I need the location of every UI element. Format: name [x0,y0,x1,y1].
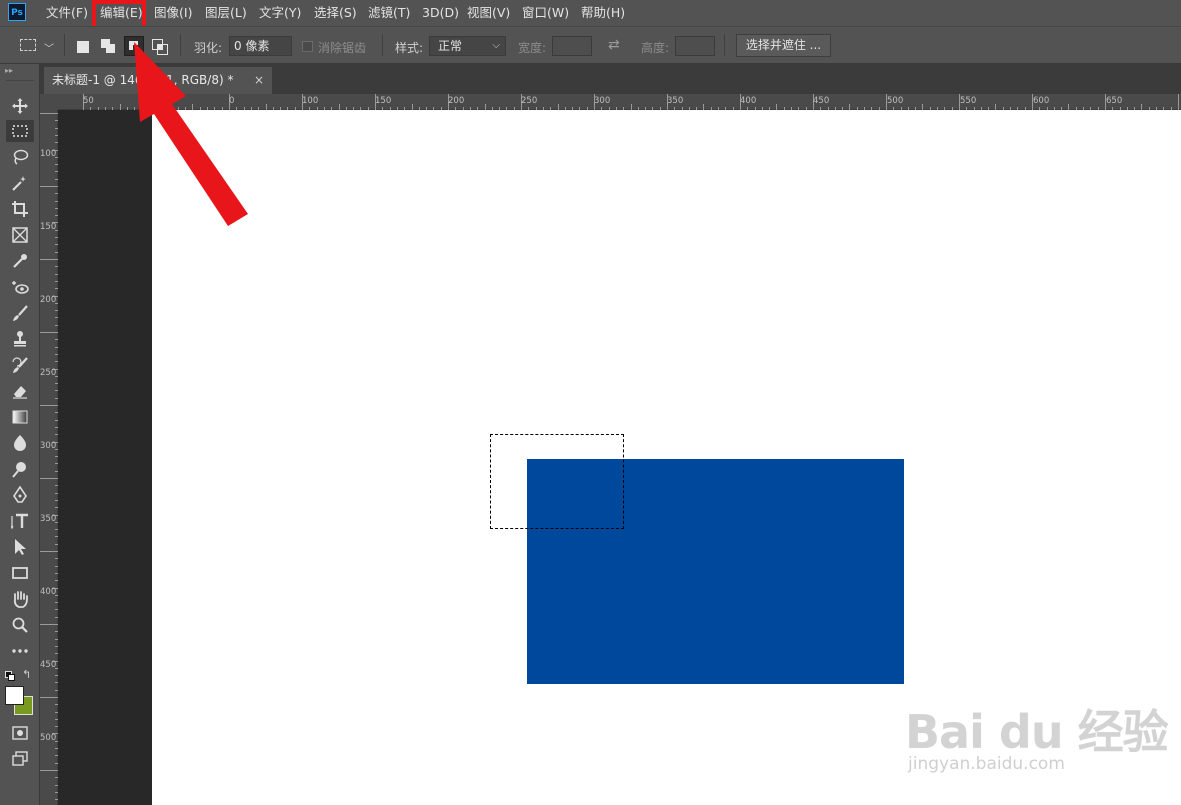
new-selection-icon[interactable] [77,41,89,53]
ruler-label: 250 [521,96,538,106]
ruler-label: 500 [887,96,904,106]
ruler-label: 600 [1033,96,1050,106]
menu-layer[interactable]: 图层(L) [205,0,247,26]
ruler-label: 250 [40,369,56,378]
ruler-label: 100 [40,150,56,159]
marquee-selection[interactable] [490,434,624,529]
pen-tool-icon[interactable] [6,484,34,506]
eraser-tool-icon[interactable] [6,380,34,402]
screen-mode-icon[interactable] [6,748,34,770]
ruler-label: 450 [813,96,830,106]
crop-tool-icon[interactable] [6,198,34,220]
divider [64,34,65,56]
chevron-down-icon[interactable]: ﹀ [44,40,54,55]
zoom-tool-icon[interactable] [6,614,34,636]
divider [6,80,34,81]
gradient-tool-icon[interactable] [6,406,34,428]
width-input[interactable] [552,36,592,56]
rectangular-marquee-tool-icon[interactable] [6,120,34,142]
ruler-label: 50 [83,96,94,106]
ruler-label: 550 [960,96,977,106]
history-brush-tool-icon[interactable] [6,354,34,376]
divider [724,34,725,56]
rectangle-tool-icon[interactable] [6,562,34,584]
divider [382,34,383,56]
style-select-value: 正常 [438,39,463,53]
baidu-watermark-url: jingyan.baidu.com [908,754,1065,774]
antialias-label: 消除锯齿 [318,41,367,55]
photoshop-logo-icon[interactable]: Ps [8,3,26,21]
menu-3d[interactable]: 3D(D) [422,0,459,26]
add-to-selection-icon[interactable] [101,39,117,55]
menu-view[interactable]: 视图(V) [467,0,510,26]
menu-help[interactable]: 帮助(H) [581,0,625,26]
ruler-label: 150 [375,96,392,106]
ruler-label: 350 [667,96,684,106]
marquee-preset-icon[interactable] [20,39,36,51]
foreground-color-swatch[interactable] [5,686,24,705]
ruler-label: 100 [302,96,319,106]
menu-type[interactable]: 文字(Y) [259,0,301,26]
ruler-label: 650 [1106,96,1123,106]
antialias-checkbox[interactable] [302,41,313,52]
ruler-label: 300 [594,96,611,106]
blur-tool-icon[interactable] [6,432,34,454]
annotation-arrow [134,42,248,226]
magic-wand-tool-icon[interactable] [6,172,34,194]
brush-tool-icon[interactable] [6,302,34,324]
clone-stamp-tool-icon[interactable] [6,328,34,350]
ruler-label: 200 [40,296,56,305]
menu-file[interactable]: 文件(F) [46,0,88,26]
width-label: 宽度: [518,41,547,55]
swap-colors-icon[interactable]: ↰ [22,668,31,681]
ruler-label: 300 [40,442,56,451]
more-tools-icon[interactable] [6,640,34,662]
lasso-tool-icon[interactable] [6,146,34,168]
collapse-panel-icon[interactable]: ▸▸ [5,66,13,75]
menu-image[interactable]: 图像(I) [154,0,192,26]
ruler-label: 450 [40,661,56,670]
type-tool-icon[interactable] [6,510,34,532]
style-label: 样式: [395,41,424,55]
height-label: 高度: [641,41,670,55]
vertical-ruler-ticks [40,113,58,800]
move-tool-icon[interactable] [6,95,34,117]
spot-healing-brush-icon[interactable] [6,276,34,298]
ruler-origin[interactable] [40,94,58,110]
menu-filter[interactable]: 滤镜(T) [368,0,410,26]
baidu-watermark-logo: Bai du 经验 [905,705,1169,759]
path-selection-tool-icon[interactable] [6,536,34,558]
dodge-tool-icon[interactable] [6,458,34,480]
default-colors-icon[interactable] [5,671,15,681]
style-select[interactable]: 正常 ⌵ [429,36,506,56]
swap-dimensions-icon[interactable]: ⇄ [608,37,620,53]
select-and-mask-button[interactable]: 选择并遮住 ... [736,34,831,57]
ruler-label: 500 [40,734,56,743]
ruler-label: 200 [448,96,465,106]
menu-window[interactable]: 窗口(W) [522,0,569,26]
frame-tool-icon[interactable] [6,224,34,246]
ruler-label: 350 [40,515,56,524]
hand-tool-icon[interactable] [6,588,34,610]
ruler-label: 150 [40,223,56,232]
chevron-down-icon: ⌵ [492,40,500,51]
eyedropper-tool-icon[interactable] [6,250,34,272]
quick-mask-icon[interactable] [6,722,34,744]
menu-select[interactable]: 选择(S) [314,0,357,26]
height-input[interactable] [675,36,715,56]
ruler-label: 400 [740,96,757,106]
ruler-label: 400 [40,588,56,597]
